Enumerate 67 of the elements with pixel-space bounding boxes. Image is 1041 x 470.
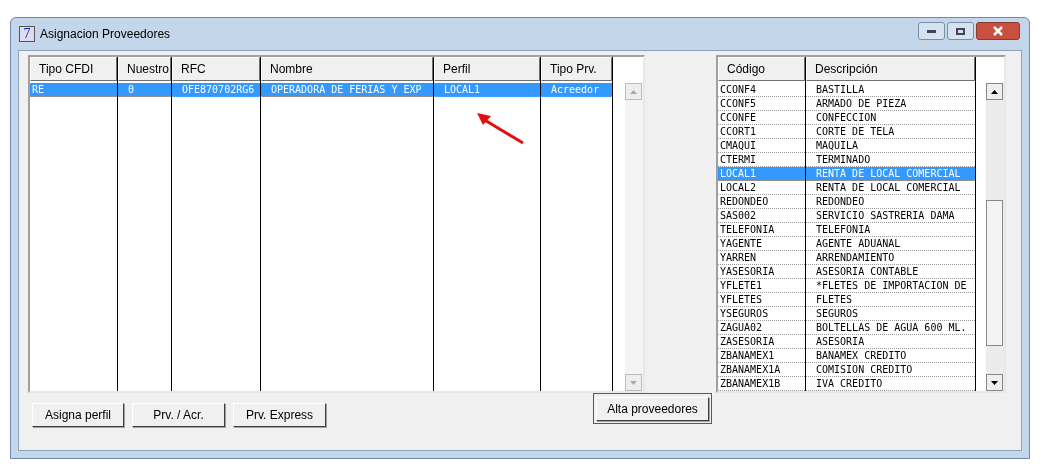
table-cell[interactable]: REDONDEO xyxy=(806,195,975,209)
table-cell[interactable]: YFLETE1 xyxy=(718,279,805,293)
scroll-down-button[interactable] xyxy=(986,374,1003,391)
table-cell[interactable]: RENTA DE LOCAL COMERCIAL xyxy=(806,181,975,195)
app-icon: 7 xyxy=(19,26,35,42)
table-cell[interactable]: ZAGUA02 xyxy=(718,321,805,335)
table-cell[interactable]: YFLETES xyxy=(718,293,805,307)
table-cell[interactable]: BASTILLA xyxy=(806,83,975,97)
window-title: Asignacion Proveedores xyxy=(40,26,171,43)
table-cell[interactable]: ASESORIA CONTABLE xyxy=(806,265,975,279)
table-cell[interactable]: YAGENTE xyxy=(718,237,805,251)
column-header[interactable]: Código xyxy=(718,57,805,81)
column-header[interactable]: Tipo CFDI xyxy=(30,57,117,81)
table-cell[interactable]: AGENTE ADUANAL xyxy=(806,237,975,251)
column-header[interactable]: Nuestro xyxy=(118,57,171,81)
scroll-thumb[interactable] xyxy=(986,200,1003,346)
table-cell[interactable]: TELEFONIA xyxy=(806,223,975,237)
table-cell[interactable]: ZBANAMEX1A xyxy=(718,363,805,377)
table-cell[interactable]: ASESORIA xyxy=(806,335,975,349)
column-header[interactable]: Perfil xyxy=(434,57,540,81)
action-button[interactable]: Alta proveedores xyxy=(596,396,709,421)
close-button[interactable] xyxy=(976,22,1020,40)
scrollbar[interactable] xyxy=(986,83,1004,391)
table-cell[interactable]: REDONDEO xyxy=(718,195,805,209)
scroll-up-button[interactable] xyxy=(986,83,1003,100)
column-header[interactable]: RFC xyxy=(172,57,260,81)
action-button[interactable]: Prv. Express xyxy=(233,403,326,427)
table-cell[interactable]: YSEGUROS xyxy=(718,307,805,321)
table-cell[interactable]: ZBANAMEX1 xyxy=(718,349,805,363)
table-cell[interactable]: LOCAL2 xyxy=(718,181,805,195)
table-cell[interactable]: YASESORIA xyxy=(718,265,805,279)
table-cell[interactable]: *FLETES DE IMPORTACION DE xyxy=(806,279,975,293)
table-cell[interactable]: TELEFONIA xyxy=(718,223,805,237)
minimize-button[interactable] xyxy=(918,22,945,40)
table-cell[interactable]: SAS002 xyxy=(718,209,805,223)
table-cell[interactable]: CORTE DE TELA xyxy=(806,125,975,139)
table-cell[interactable]: BOLTELLAS DE AGUA 600 ML. xyxy=(806,321,975,335)
table-cell[interactable]: ARMADO DE PIEZA xyxy=(806,97,975,111)
table-cell[interactable]: BANAMEX CREDITO xyxy=(806,349,975,363)
table-cell[interactable]: ZBANAMEX1B xyxy=(718,377,805,391)
table-cell[interactable]: CMAQUI xyxy=(718,139,805,153)
close-icon xyxy=(992,26,1004,36)
table-cell[interactable]: SERVICIO SASTRERIA DAMA xyxy=(806,209,975,223)
table-cell[interactable]: CCONFE xyxy=(718,111,805,125)
column-header[interactable]: Descripción xyxy=(806,57,975,81)
table-cell[interactable]: COMISION CREDITO xyxy=(806,363,975,377)
table-cell[interactable]: SEGUROS xyxy=(806,307,975,321)
table-cell[interactable]: CCONF5 xyxy=(718,97,805,111)
table-cell[interactable]: ARRENDAMIENTO xyxy=(806,251,975,265)
action-button[interactable]: Asigna perfil xyxy=(32,403,124,427)
action-button[interactable]: Prv. / Acr. xyxy=(132,403,225,427)
table-cell[interactable]: CONFECCION xyxy=(806,111,975,125)
column-header[interactable]: Nombre xyxy=(261,57,433,81)
annotation-arrow xyxy=(475,111,525,145)
table-cell[interactable]: CCORT1 xyxy=(718,125,805,139)
up-arrow-icon xyxy=(991,89,998,94)
down-arrow-icon xyxy=(991,380,998,385)
up-arrow-icon xyxy=(630,89,637,94)
table-cell[interactable]: YARREN xyxy=(718,251,805,265)
table-cell[interactable]: IVA CREDITO xyxy=(806,377,975,391)
table-cell[interactable]: MAQUILA xyxy=(806,139,975,153)
column-header[interactable]: Tipo Prv. xyxy=(541,57,612,81)
maximize-button[interactable] xyxy=(947,22,974,40)
table-cell[interactable]: CCONF4 xyxy=(718,83,805,97)
table-cell[interactable]: ZASESORIA xyxy=(718,335,805,349)
table-cell[interactable]: FLETES xyxy=(806,293,975,307)
down-arrow-icon xyxy=(630,380,637,385)
